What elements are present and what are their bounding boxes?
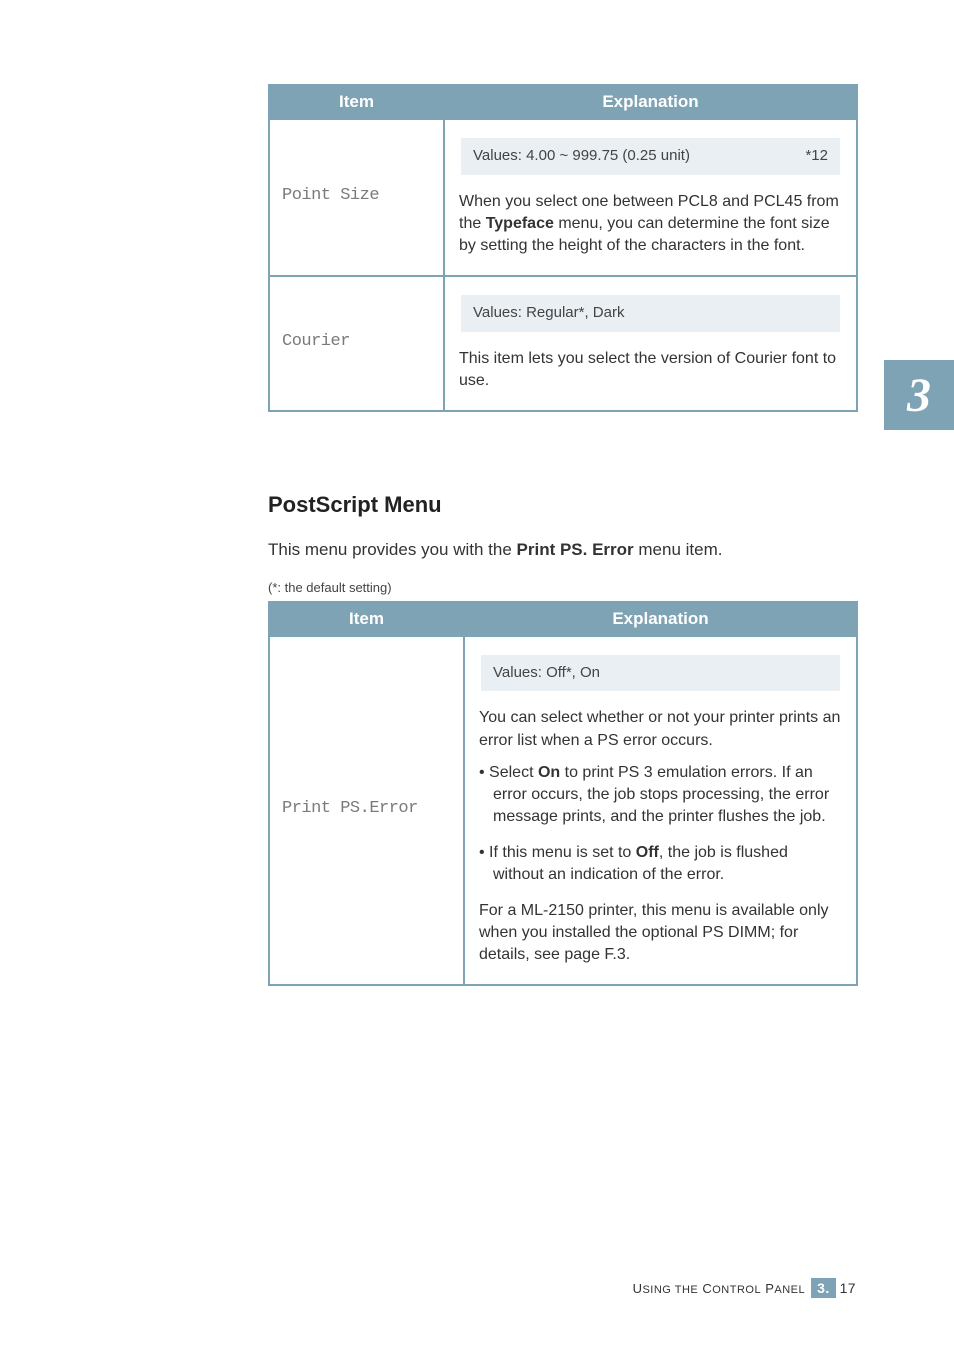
section-heading-postscript: PostScript Menu [268,492,858,518]
text-fragment: If this menu is set to [489,844,636,861]
bold-term: On [538,764,560,781]
table-row: Print PS.Error Values: Off*, On You can … [269,636,857,985]
chapter-tab-number: 3 [907,368,931,423]
values-text: Values: Regular*, Dark [473,303,624,324]
item-explanation: Values: Off*, On You can select whether … [464,636,857,985]
table-pcl-options: Item Explanation Point Size Values: 4.00… [268,84,858,412]
explanation-text: This item lets you select the version of… [459,348,842,392]
item-name-courier: Courier [269,276,444,411]
text-fragment: This menu provides you with the [268,540,517,559]
page-number-chapter: 3. [811,1278,835,1298]
bullet-list: Select On to print PS 3 emulation errors… [479,762,842,886]
table-postscript-options: Item Explanation Print PS.Error Values: … [268,601,858,986]
item-name-print-ps-error: Print PS.Error [269,636,464,985]
values-box: Values: 4.00 ~ 999.75 (0.25 unit) *12 [461,138,840,175]
values-box: Values: Off*, On [481,655,840,692]
bold-term: Typeface [486,215,554,232]
default-setting-note: (*: the default setting) [268,580,858,595]
page-footer: USING THE CONTROL PANEL 3.17 [633,1278,858,1298]
item-explanation: Values: Regular*, Dark This item lets yo… [444,276,857,411]
explanation-text: For a ML-2150 printer, this menu is avai… [479,900,842,966]
table-row: Point Size Values: 4.00 ~ 999.75 (0.25 u… [269,119,857,276]
text-fragment: Select [489,764,538,781]
page-number: 3.17 [811,1278,858,1298]
col-header-explanation: Explanation [464,602,857,636]
table-row: Courier Values: Regular*, Dark This item… [269,276,857,411]
list-item: Select On to print PS 3 emulation errors… [479,762,842,828]
item-explanation: Values: 4.00 ~ 999.75 (0.25 unit) *12 Wh… [444,119,857,276]
section-intro: This menu provides you with the Print PS… [268,540,858,560]
bold-term: Print PS. Error [517,540,634,559]
chapter-tab: 3 [884,360,954,430]
bold-term: Off [636,844,659,861]
text-fragment: menu item. [634,540,723,559]
item-name-point-size: Point Size [269,119,444,276]
col-header-explanation: Explanation [444,85,857,119]
list-item: If this menu is set to Off, the job is f… [479,842,842,886]
col-header-item: Item [269,602,464,636]
explanation-text: You can select whether or not your print… [479,707,842,751]
page-number-page: 17 [836,1278,858,1298]
footer-section-label: USING THE CONTROL PANEL [633,1281,806,1296]
values-default: *12 [805,146,828,167]
values-text: Values: 4.00 ~ 999.75 (0.25 unit) [473,146,690,167]
values-text: Values: Off*, On [493,663,600,684]
col-header-item: Item [269,85,444,119]
values-box: Values: Regular*, Dark [461,295,840,332]
explanation-text: When you select one between PCL8 and PCL… [459,191,842,257]
